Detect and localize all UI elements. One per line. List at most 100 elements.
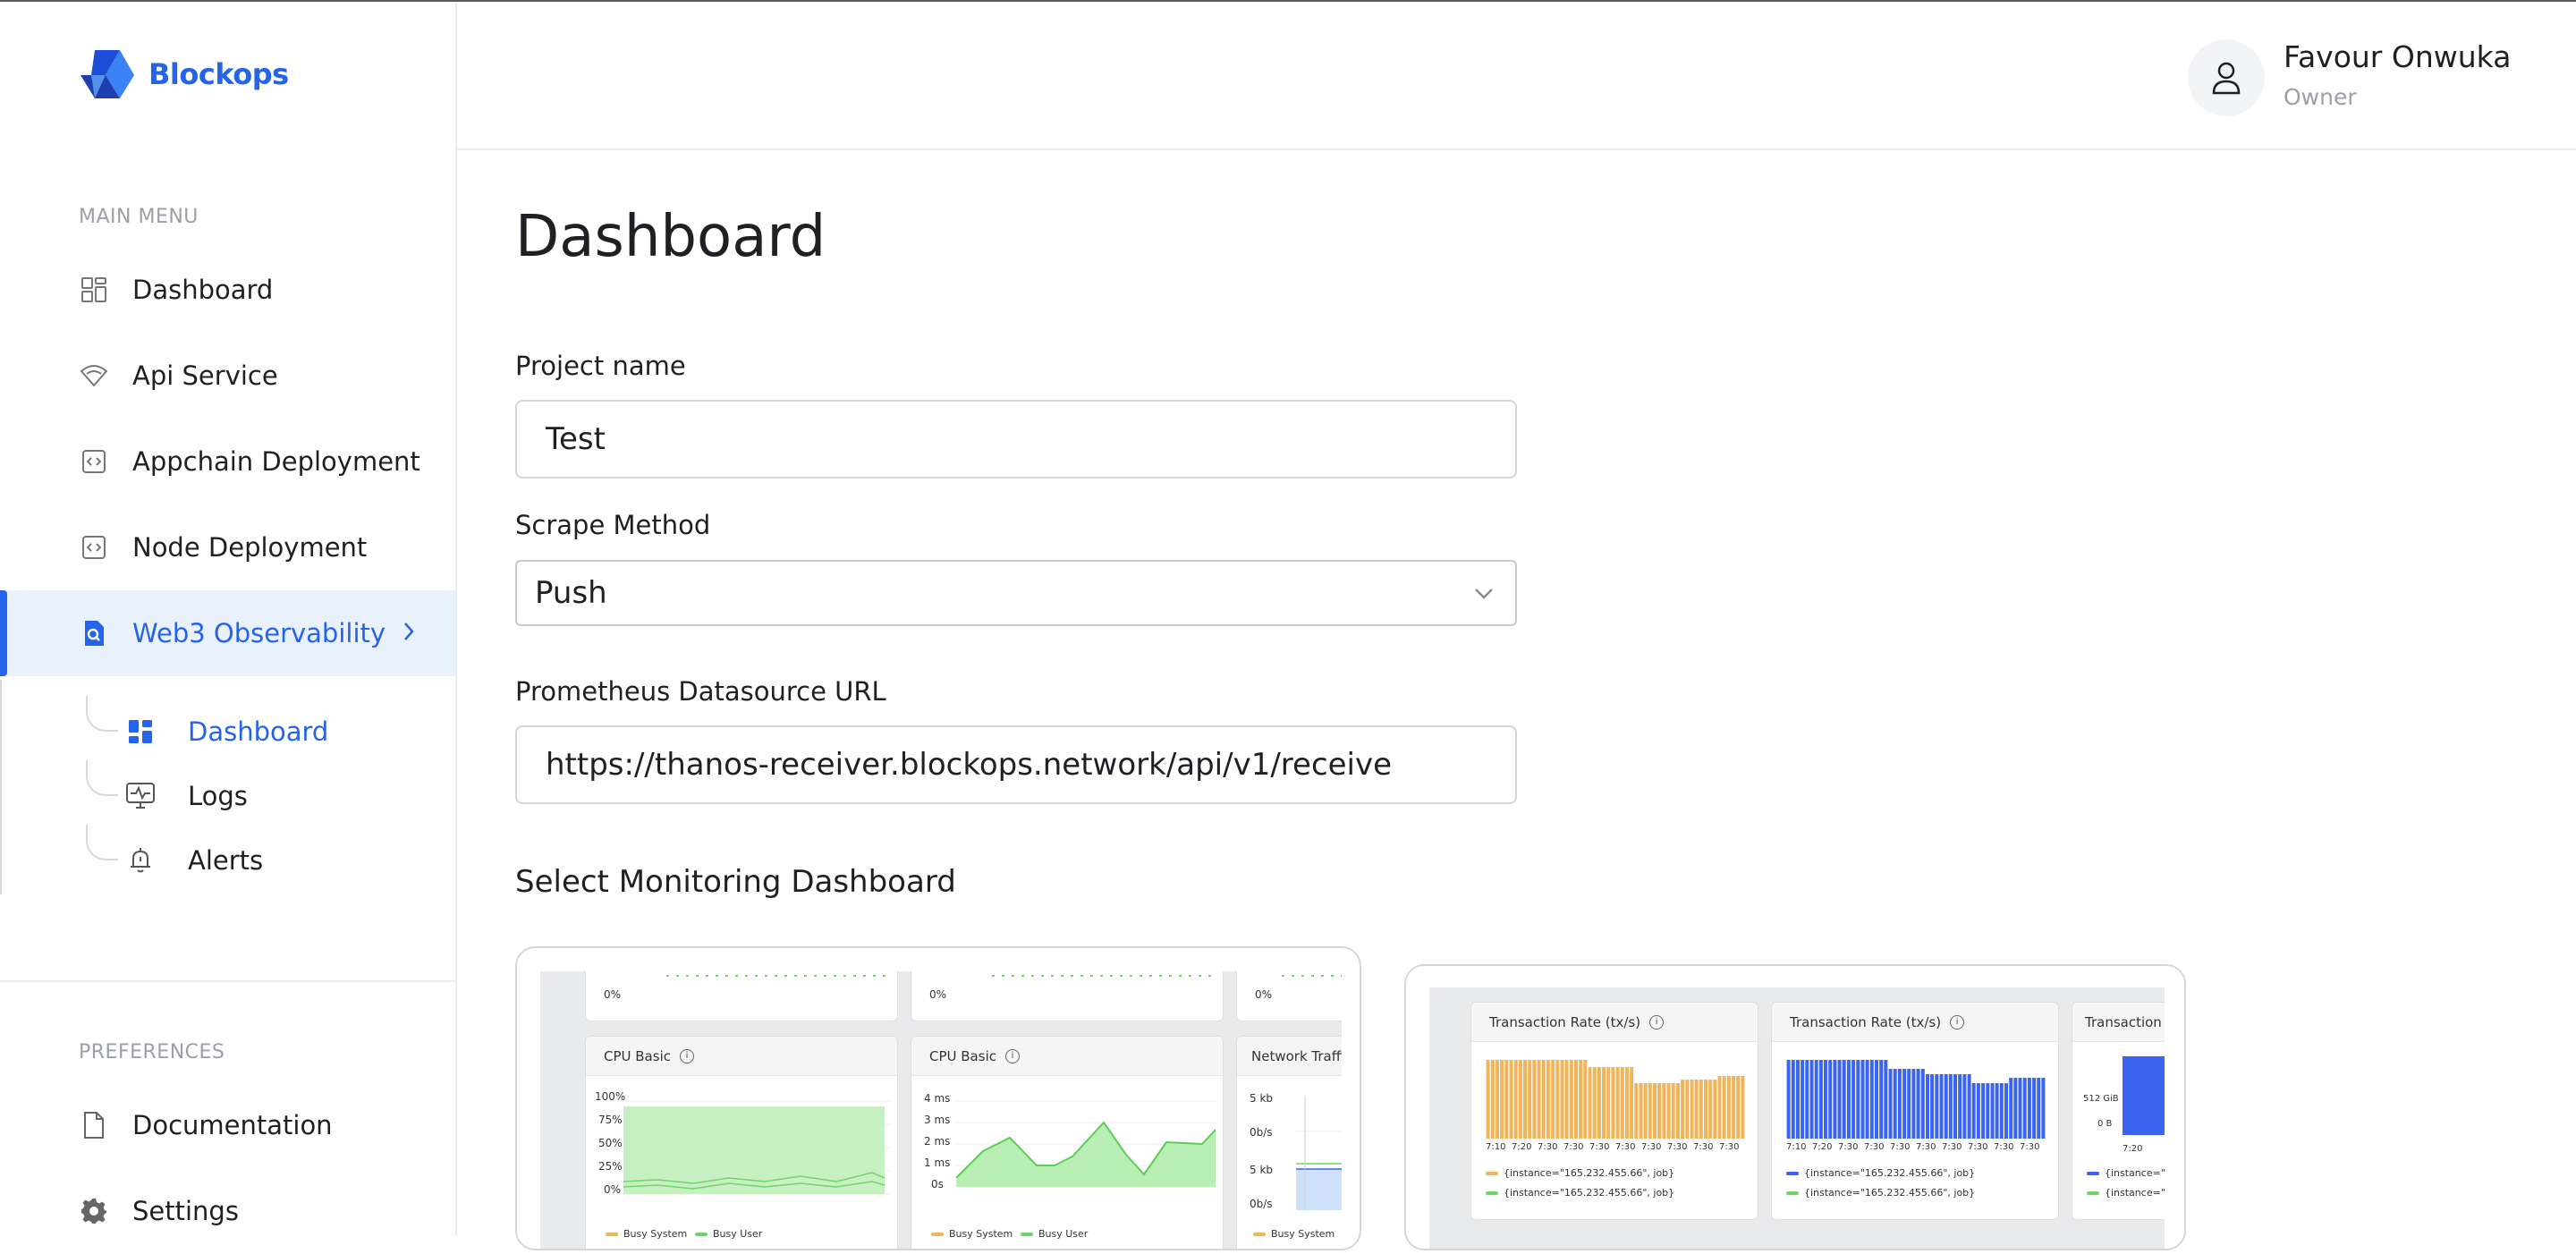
bar	[2032, 1078, 2037, 1139]
bar	[1953, 1074, 1957, 1139]
tick-label: 7:30	[1890, 1142, 1911, 1152]
bar	[1615, 1067, 1620, 1139]
bar	[1490, 1060, 1495, 1139]
bar	[1685, 1080, 1690, 1139]
bar	[1500, 1060, 1504, 1139]
panel-title: Network Traffi	[1251, 1047, 1342, 1064]
bar	[1713, 1080, 1717, 1139]
bar	[1694, 1080, 1699, 1139]
grid-icon	[125, 716, 156, 747]
tick-label: 7:30	[1968, 1142, 1988, 1152]
bar	[2022, 1078, 2027, 1139]
tick-label: 5 kb	[1250, 1092, 1274, 1105]
user-icon	[2212, 62, 2241, 95]
bar	[1981, 1083, 1986, 1139]
panel-title: Transaction R	[2085, 1013, 2165, 1030]
bar	[2041, 1078, 2046, 1139]
info-icon: i	[1950, 1014, 1965, 1029]
preview-panel: 0%	[1236, 971, 1342, 1021]
bar	[1842, 1060, 1846, 1139]
bar	[2004, 1083, 2008, 1139]
bar	[1518, 1060, 1522, 1139]
bar	[1869, 1060, 1874, 1139]
bar	[1907, 1069, 1911, 1139]
tick-label: 7:30	[1693, 1142, 1714, 1152]
chevron-down-icon	[1475, 589, 1493, 599]
bar	[1717, 1076, 1722, 1139]
bar	[1888, 1069, 1893, 1139]
sidebar-item-api-service[interactable]: Api Service	[0, 333, 455, 419]
blockops-logo-icon	[80, 50, 134, 98]
tree-connector	[86, 825, 118, 860]
legend-item: {instance="16	[2087, 1167, 2165, 1179]
brand-logo[interactable]: Blockops	[79, 48, 289, 100]
bar	[1967, 1074, 1971, 1139]
tick-label: 7:30	[1641, 1142, 1662, 1152]
preferences-label: PREFERENCES	[79, 1041, 225, 1063]
sidebar-item-settings[interactable]: Settings	[0, 1168, 455, 1254]
sidebar-item-dashboard[interactable]: Dashboard	[0, 247, 455, 333]
bar	[1666, 1083, 1671, 1139]
bar	[1528, 1060, 1532, 1139]
tick-label: 5 kb	[1250, 1164, 1274, 1176]
scrape-method-label: Scrape Method	[515, 510, 711, 540]
bar	[1564, 1060, 1569, 1139]
bar	[1939, 1074, 1944, 1139]
cpu-area-chart	[622, 1100, 890, 1195]
legend-item: {instance="165.232.455.66", job}	[1486, 1187, 1674, 1199]
tick-label: 0 B	[2097, 1119, 2113, 1129]
scrape-method-select[interactable]: Push	[515, 560, 1517, 626]
submenu-item-alerts[interactable]: Alerts	[86, 825, 444, 884]
tick-label: 2 ms	[924, 1135, 951, 1148]
bar	[1653, 1083, 1657, 1139]
bar	[1648, 1083, 1652, 1139]
user-avatar[interactable]	[2188, 39, 2265, 116]
network-chart	[1296, 1096, 1342, 1210]
submenu-item-logs[interactable]: Logs	[86, 760, 444, 819]
bar	[1926, 1074, 1929, 1139]
bar	[1856, 1060, 1860, 1139]
tree-connector	[86, 760, 118, 796]
bar	[1879, 1060, 1884, 1139]
bar	[1893, 1069, 1897, 1139]
document-icon	[79, 1110, 109, 1140]
sidebar-item-label: Appchain Deployment	[132, 446, 420, 477]
dashboard-option-node-metrics[interactable]: 0% 0% 0% CPU Basici 100% 75% 50% 25% 0%	[515, 946, 1361, 1250]
tick-label: 0s	[931, 1178, 944, 1190]
wifi-icon	[79, 360, 109, 391]
sidebar-item-label: Dashboard	[132, 275, 274, 305]
bar	[1699, 1080, 1703, 1139]
tick-label: 0%	[604, 988, 622, 1001]
bar	[1675, 1083, 1680, 1139]
latency-area-chart	[956, 1100, 1216, 1188]
submenu-item-dashboard[interactable]: Dashboard	[86, 696, 444, 755]
tick-label: 512 GiB	[2083, 1094, 2119, 1104]
bar	[1541, 1060, 1546, 1139]
sidebar-item-documentation[interactable]: Documentation	[0, 1082, 455, 1168]
bar	[1597, 1067, 1601, 1139]
bar	[1837, 1060, 1842, 1139]
bar	[1999, 1083, 2004, 1139]
bar	[1634, 1083, 1639, 1139]
sidebar-item-label: Settings	[132, 1196, 239, 1226]
tree-connector	[86, 696, 118, 732]
tick-label: 0%	[604, 1183, 622, 1196]
prometheus-url-input[interactable]: https://thanos-receiver.blockops.network…	[515, 725, 1517, 804]
gear-icon	[79, 1196, 109, 1226]
sidebar-item-appchain-deployment[interactable]: Appchain Deployment	[0, 419, 455, 504]
sidebar-item-node-deployment[interactable]: Node Deployment	[0, 504, 455, 590]
bar	[1592, 1067, 1597, 1139]
bar	[2037, 1078, 2041, 1139]
project-name-input[interactable]: Test	[515, 400, 1517, 479]
legend-item: {instance="165.232.455.66", job}	[1486, 1167, 1674, 1179]
dashboard-option-transaction-metrics[interactable]: Transaction Rate (tx/s) i 7:10 7:20 7:30 7:3…	[1404, 964, 2186, 1250]
preview-panel-network-traffic: Network Traffi 5 kb 0b/s 5 kb 0b/s Busy …	[1236, 1036, 1342, 1249]
bar	[1523, 1060, 1527, 1139]
tick-label: 7:30	[1864, 1142, 1885, 1152]
tick-label: 7:30	[1719, 1142, 1740, 1152]
preview-panel-transaction-rate: Transaction Rate (tx/s) i 7:10 7:20 7:30 7:3…	[1470, 1002, 1758, 1220]
top-header: Favour Onwuka Owner	[457, 2, 2576, 150]
sidebar-item-web3-observability[interactable]: Web3 Observability	[0, 590, 455, 676]
bar	[1948, 1074, 1953, 1139]
scrape-method-value: Push	[535, 575, 607, 611]
